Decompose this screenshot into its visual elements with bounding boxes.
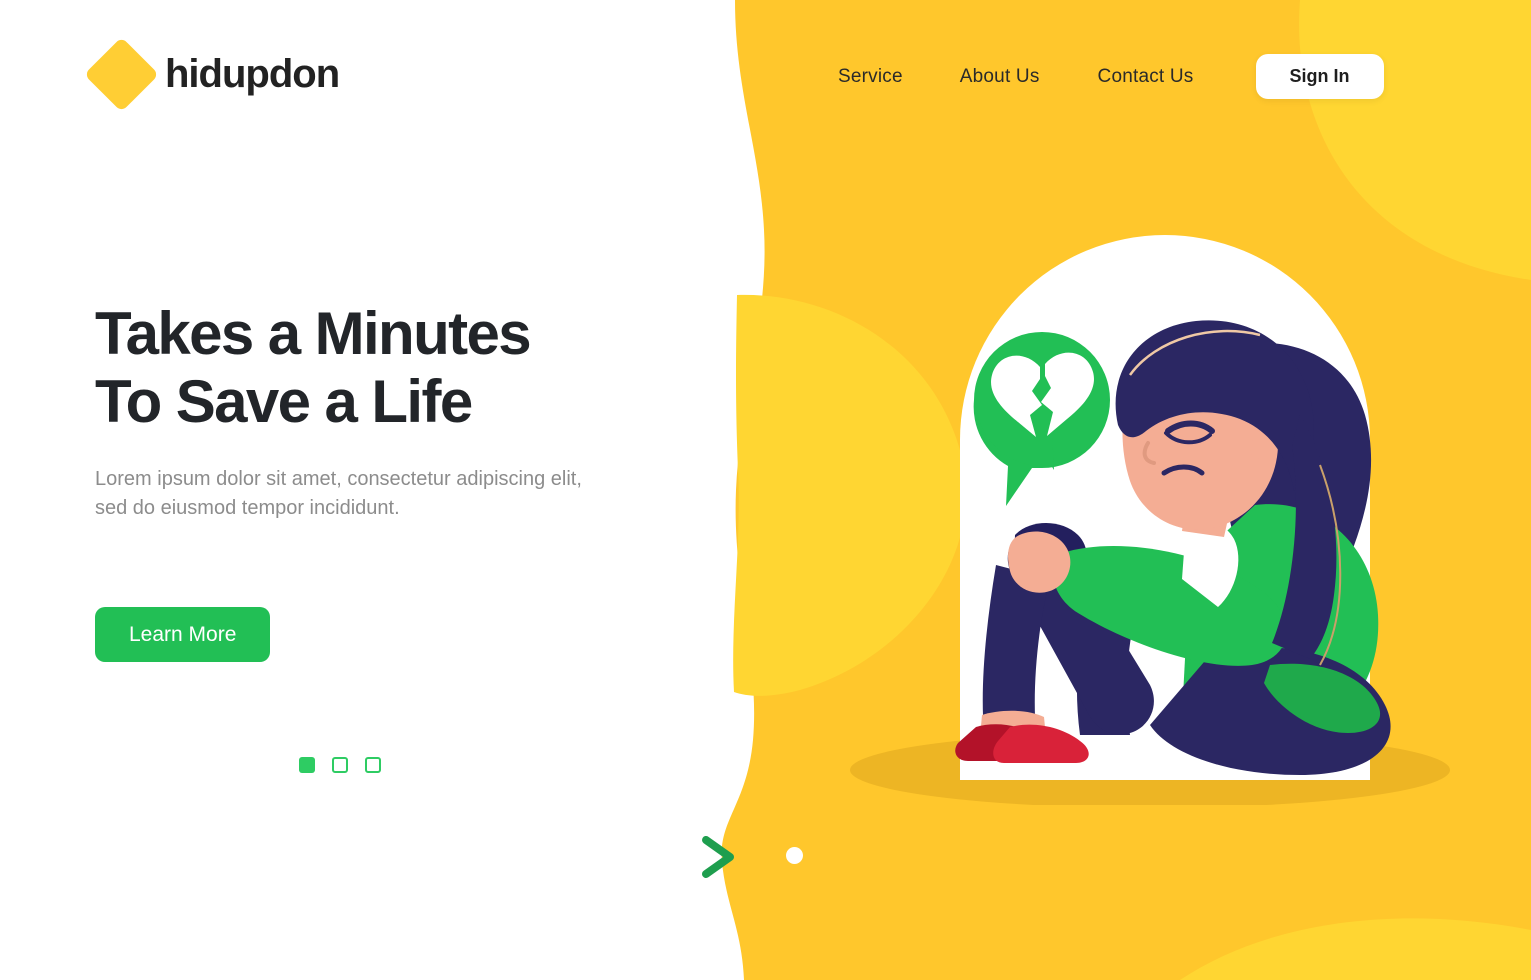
sign-in-button[interactable]: Sign In — [1255, 54, 1384, 99]
slide-dot-icon[interactable] — [786, 847, 803, 864]
brand-name: hidupdon — [165, 52, 340, 96]
hero-subtitle: Lorem ipsum dolor sit amet, consectetur … — [95, 467, 582, 519]
chevron-right-icon[interactable] — [696, 832, 742, 882]
learn-more-button[interactable]: Learn More — [95, 607, 271, 663]
hero-section: Takes a Minutes To Save a Life Lorem ips… — [95, 300, 675, 663]
nav-link-about-us[interactable]: About Us — [960, 66, 1040, 88]
slider-indicator-2[interactable] — [332, 757, 348, 773]
landing-page: hidupdon Service About Us Contact Us Sig… — [0, 0, 1531, 980]
slider-indicators — [299, 757, 381, 773]
nav-link-service[interactable]: Service — [838, 66, 903, 88]
main-navigation: Service About Us Contact Us Sign In — [838, 54, 1384, 99]
slider-indicator-1[interactable] — [299, 757, 315, 773]
slider-indicator-3[interactable] — [365, 757, 381, 773]
nav-link-contact-us[interactable]: Contact Us — [1098, 66, 1194, 88]
hero-illustration — [850, 235, 1450, 805]
page-title: Takes a Minutes To Save a Life — [95, 300, 675, 436]
brand-logo[interactable]: hidupdon — [84, 37, 340, 112]
hero-title-line-2: To Save a Life — [95, 367, 473, 435]
hero-title-line-1: Takes a Minutes — [95, 300, 532, 367]
yellow-diamond-icon — [84, 37, 159, 112]
